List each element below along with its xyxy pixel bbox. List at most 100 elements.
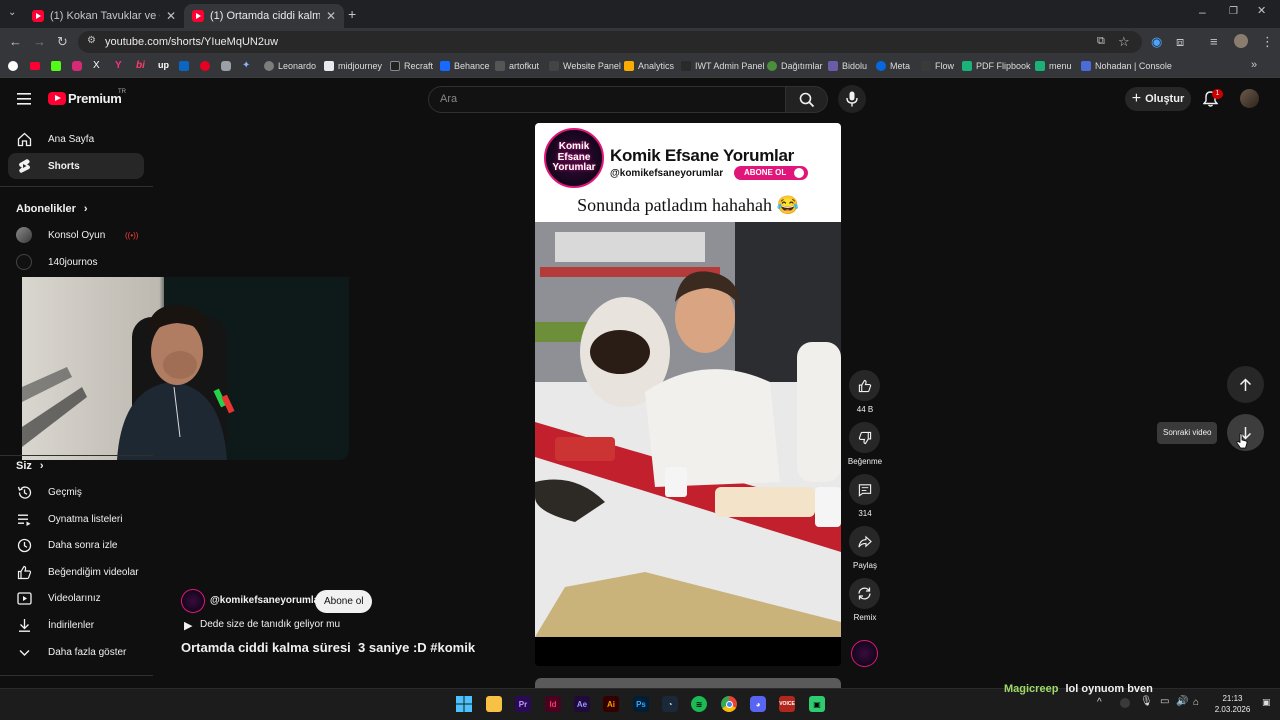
sound-source-avatar[interactable] <box>851 640 878 667</box>
channel-handle[interactable]: @komikefsaneyorumlar <box>210 595 323 606</box>
bookmark-website-panel[interactable]: Website Panel <box>549 61 621 71</box>
bi-bookmark-icon[interactable]: bi <box>136 60 145 71</box>
chrome-menu-icon[interactable]: ⋮ <box>1261 35 1274 48</box>
back-icon[interactable]: ← <box>9 35 22 48</box>
premiere-icon[interactable]: Pr <box>515 696 531 712</box>
bookmark-midjourney[interactable]: midjourney <box>324 61 382 71</box>
bookmark-menu[interactable]: menu <box>1035 61 1072 71</box>
google-bookmark-icon[interactable] <box>8 61 18 71</box>
pinterest-bookmark-icon[interactable] <box>200 61 210 71</box>
sidebar-item-home[interactable]: Ana Sayfa <box>8 126 144 152</box>
tab-close-icon[interactable]: ✕ <box>166 9 176 23</box>
sidebar-sub-konsol-oyun[interactable]: Konsol Oyun ((•)) <box>8 222 144 248</box>
tray-mic-icon[interactable]: 🎙 <box>1140 696 1153 707</box>
app-bookmark-icon[interactable] <box>221 61 231 71</box>
minimize-icon[interactable]: – <box>1199 6 1206 18</box>
voicemod-icon[interactable]: VOICE <box>779 696 795 712</box>
next-video-preview[interactable] <box>535 678 841 688</box>
browser-tab[interactable]: (1) Kokan Tavuklar ve Ölü Midye ✕ <box>24 4 184 28</box>
share-button[interactable] <box>849 526 880 557</box>
restore-icon[interactable]: ❐ <box>1229 7 1238 17</box>
bookmark-behance[interactable]: Behance <box>440 61 490 71</box>
bookmark-flow[interactable]: Flow <box>921 61 954 71</box>
notification-center-icon[interactable]: ▣ <box>1262 697 1271 708</box>
bookmark-analytics[interactable]: Analytics <box>624 61 674 71</box>
shorts-video-player[interactable]: Komik Efsane Yorumlar Komik Efsane Yorum… <box>535 123 841 666</box>
tab-search-icon[interactable]: ⌄ <box>8 8 16 18</box>
windows-start-icon[interactable] <box>456 696 472 712</box>
steam-icon[interactable]: ◔ <box>662 696 678 712</box>
tray-network-icon[interactable]: ⌂ <box>1193 697 1199 708</box>
system-clock[interactable]: 21:13 2.03.2026 <box>1210 693 1255 715</box>
indesign-icon[interactable]: Id <box>545 696 561 712</box>
comments-button[interactable] <box>849 474 880 505</box>
sidebar-item-downloads[interactable]: İndirilenler <box>8 612 144 638</box>
subscribe-button[interactable]: Abone ol <box>315 590 373 613</box>
reload-icon[interactable]: ↻ <box>57 35 68 48</box>
forward-icon[interactable]: → <box>33 35 46 48</box>
more-bookmarks-icon[interactable]: » <box>1251 60 1257 71</box>
y-bookmark-icon[interactable]: Y <box>115 60 122 71</box>
youtube-bookmark-icon[interactable] <box>30 62 40 70</box>
search-input[interactable] <box>428 86 786 113</box>
bookmark-meta[interactable]: Meta <box>876 61 910 71</box>
sidebar-item-shorts[interactable]: Shorts <box>8 153 144 179</box>
account-avatar[interactable] <box>1240 89 1259 108</box>
app-icon[interactable]: ▣ <box>809 696 825 712</box>
media-control-icon[interactable]: ≡ <box>1210 35 1218 48</box>
tray-display-icon[interactable]: ▭ <box>1160 696 1169 707</box>
music-label[interactable]: Dede size de tanıdık geliyor mu <box>200 619 340 630</box>
up-bookmark-icon[interactable]: up <box>158 60 169 70</box>
sidebar-item-watch-later[interactable]: Daha sonra izle <box>8 532 144 558</box>
file-explorer-icon[interactable] <box>486 696 502 712</box>
remix-button[interactable] <box>849 578 880 609</box>
kick-bookmark-icon[interactable] <box>51 61 61 71</box>
instagram-bookmark-icon[interactable] <box>72 61 82 71</box>
subscriptions-heading[interactable]: Abonelikler › <box>16 203 88 215</box>
sidebar-item-your-videos[interactable]: Videolarınız <box>8 585 144 611</box>
discord-icon[interactable]: ◕ <box>750 696 766 712</box>
window-close-icon[interactable]: ✕ <box>1257 6 1266 17</box>
bookmark-artofkut[interactable]: artofkut <box>495 61 539 71</box>
bookmark-star-icon[interactable]: ☆ <box>1118 35 1130 48</box>
bookmark-leonardo[interactable]: Leonardo <box>264 61 316 71</box>
bookmark-bidolu[interactable]: Bidolu <box>828 61 867 71</box>
install-app-icon[interactable]: ⧉ <box>1097 36 1105 47</box>
illustrator-icon[interactable]: Ai <box>603 696 619 712</box>
play-icon[interactable]: ▶ <box>184 619 192 632</box>
sidebar-sub-140journos[interactable]: 140journos <box>8 249 144 275</box>
bookmark-iwt-admin-panel[interactable]: IWT Admin Panel <box>681 61 764 71</box>
youtube-logo-text[interactable]: Premium <box>68 91 122 106</box>
bookmark-pdf-flipbook[interactable]: PDF Flipbook <box>962 61 1031 71</box>
extensions-puzzle-icon[interactable]: ⧈ <box>1176 35 1184 48</box>
volume-icon[interactable]: 🔊 <box>1176 696 1188 707</box>
photoshop-icon[interactable]: Ps <box>633 696 649 712</box>
create-button[interactable]: + Oluştur <box>1125 87 1191 111</box>
x-bookmark-icon[interactable]: X <box>93 60 100 71</box>
tab-close-icon[interactable]: ✕ <box>326 9 336 23</box>
extension-icon[interactable]: ◉ <box>1151 35 1162 48</box>
new-tab-icon[interactable]: + <box>348 7 356 21</box>
like-button[interactable] <box>849 370 880 401</box>
previous-video-button[interactable] <box>1227 366 1264 403</box>
sidebar-item-liked-videos[interactable]: Beğendiğim videolar <box>8 559 144 585</box>
chrome-icon[interactable] <box>721 696 737 712</box>
bookmark-dagitimlar[interactable]: Dağıtımlar <box>767 61 823 71</box>
tray-app-icon[interactable] <box>1120 698 1130 708</box>
channel-avatar[interactable] <box>181 589 205 613</box>
sidebar-item-show-more[interactable]: Daha fazla göster <box>8 639 144 665</box>
bookmark-recraft[interactable]: Recraft <box>390 61 433 71</box>
sidebar-item-history[interactable]: Geçmiş <box>8 479 144 505</box>
sparkle-bookmark-icon[interactable]: ✦ <box>242 60 250 71</box>
sidebar-item-playlists[interactable]: Oynatma listeleri <box>8 506 144 532</box>
youtube-logo-icon[interactable] <box>48 92 66 105</box>
browser-tab-active[interactable]: (1) Ortamda ciddi kalma sü... ✕ <box>184 4 344 28</box>
spotify-icon[interactable]: ≋ <box>691 696 707 712</box>
profile-avatar[interactable] <box>1234 34 1248 48</box>
linkedin-bookmark-icon[interactable] <box>179 61 189 71</box>
dislike-button[interactable] <box>849 422 880 453</box>
bookmark-nohadan-console[interactable]: Nohadan | Console <box>1081 61 1172 71</box>
after-effects-icon[interactable]: Ae <box>574 696 590 712</box>
site-info-icon[interactable]: ⚙ <box>87 36 96 46</box>
you-heading[interactable]: Siz › <box>16 460 44 472</box>
